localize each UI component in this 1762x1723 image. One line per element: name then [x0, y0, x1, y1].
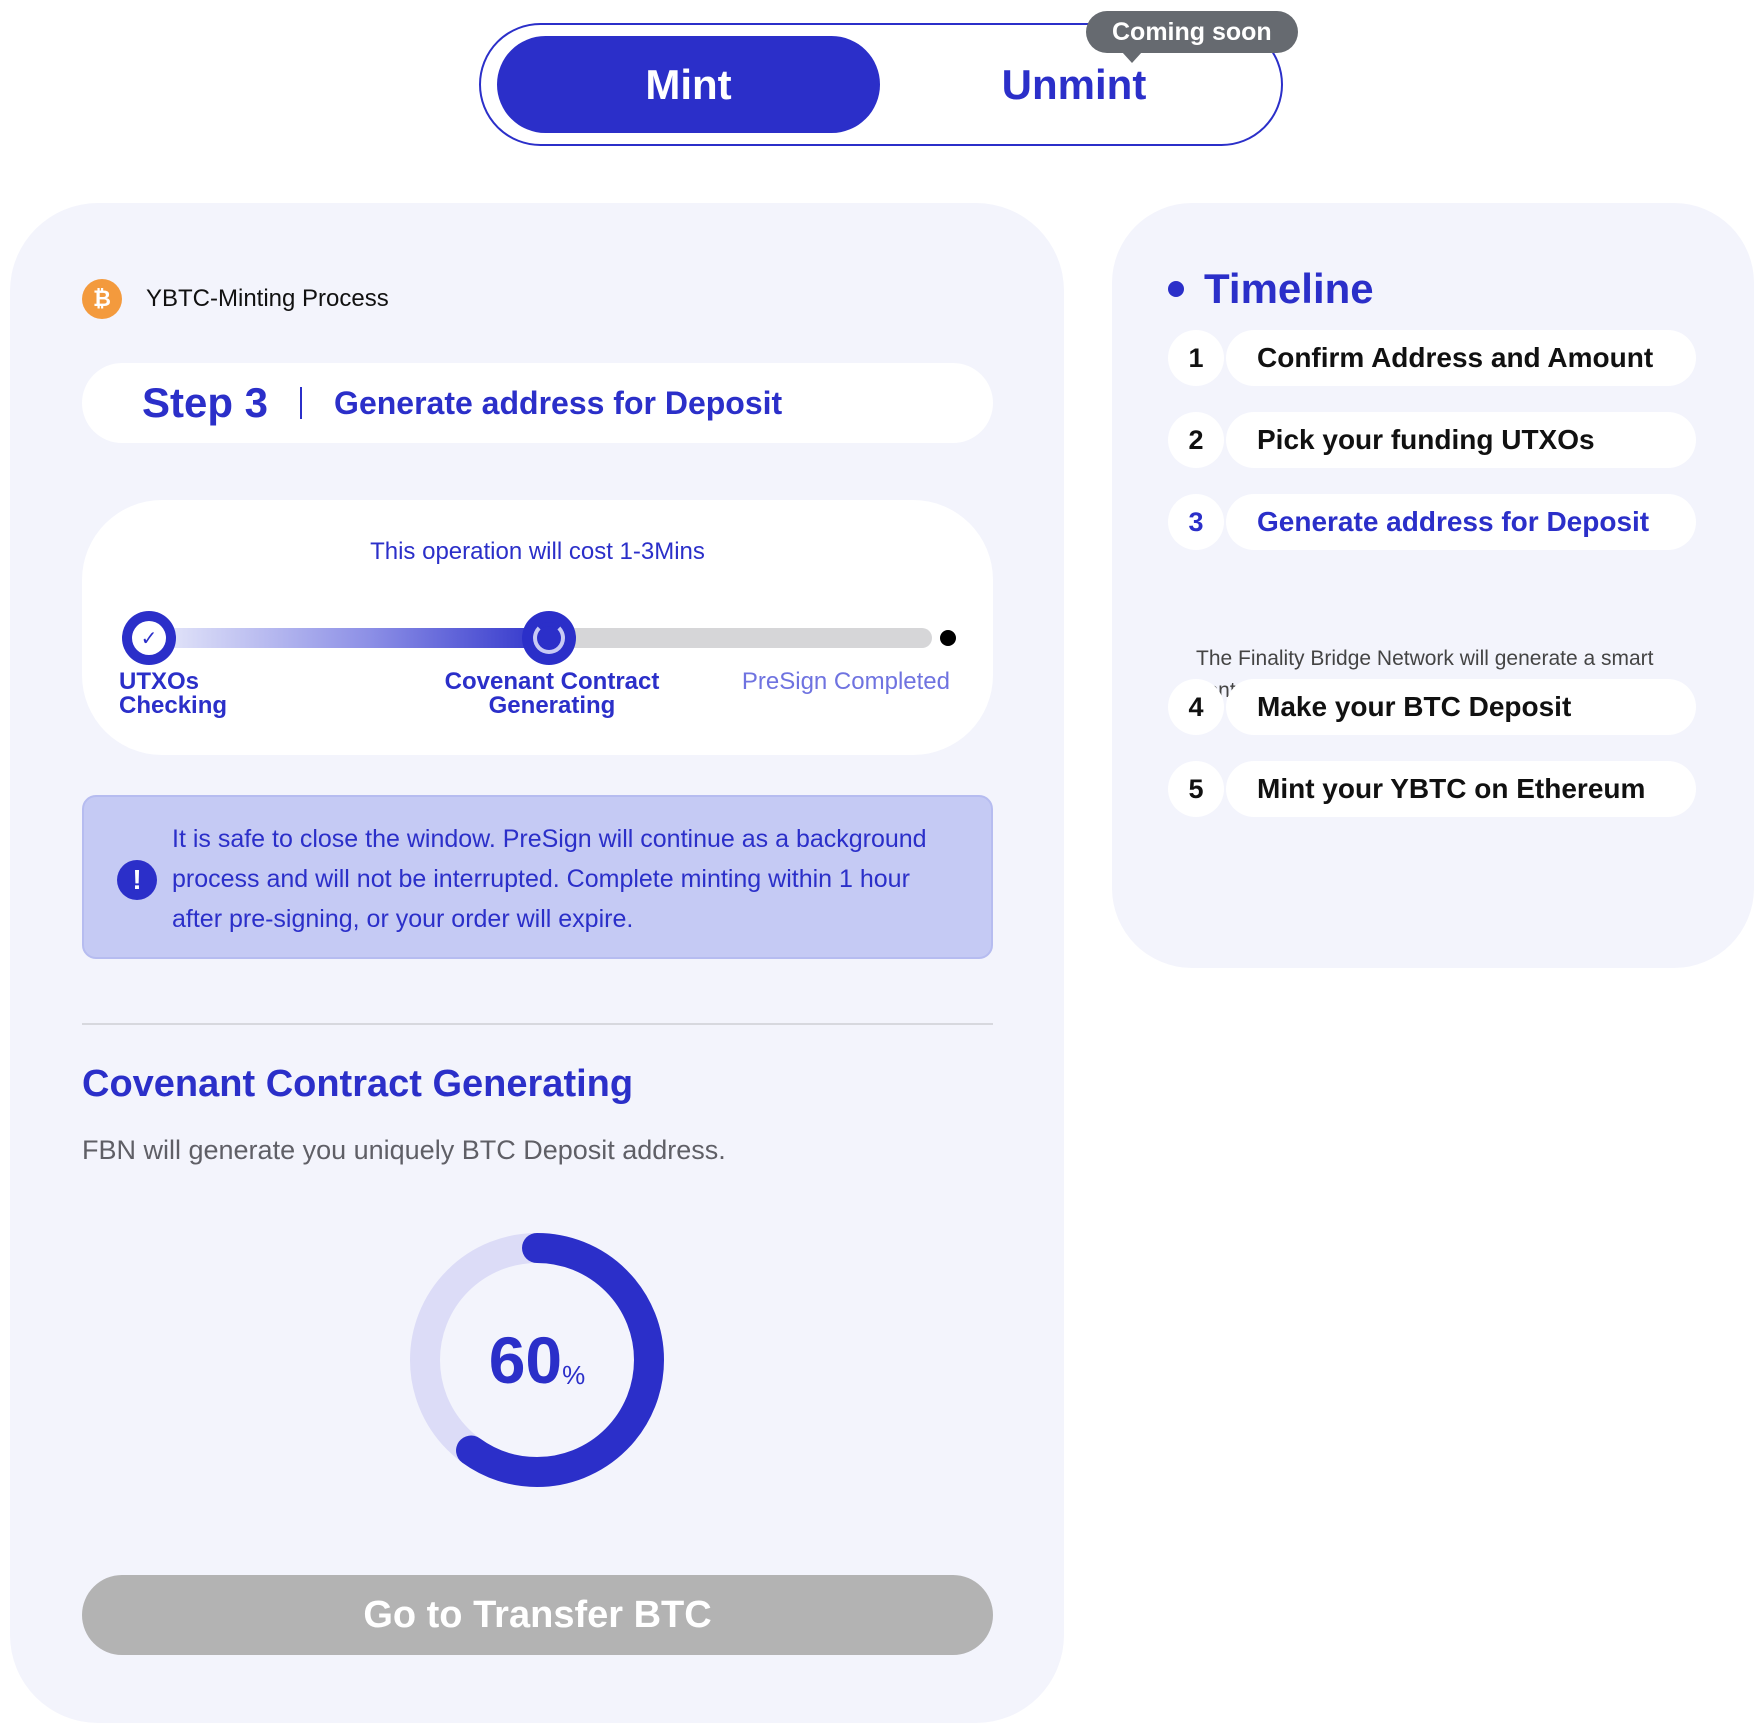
timeline-number: 5 — [1168, 761, 1224, 817]
timeline-item-5: 5 Mint your YBTC on Ethereum — [1168, 761, 1696, 817]
stage-label-utxos-checking: UTXOs Checking — [119, 668, 228, 719]
stage-node-done: ✓ — [122, 611, 176, 665]
timeline-number: 3 — [1168, 494, 1224, 550]
timeline-header: Timeline — [1168, 265, 1374, 313]
safe-close-notice: ! It is safe to close the window. PreSig… — [82, 795, 993, 959]
timeline-number: 2 — [1168, 412, 1224, 468]
timeline-label: Make your BTC Deposit — [1226, 679, 1696, 735]
timeline-item-3: 3 Generate address for Deposit — [1168, 494, 1696, 550]
stage-node-active — [522, 611, 576, 665]
timeline-label: Confirm Address and Amount — [1226, 330, 1696, 386]
timeline-panel: Timeline 1 Confirm Address and Amount 2 … — [1112, 203, 1754, 968]
timeline-label: Pick your funding UTXOs — [1226, 412, 1696, 468]
go-to-transfer-btc-button[interactable]: Go to Transfer BTC — [82, 1575, 993, 1655]
minting-process-panel: ₿ YBTC-Minting Process Step 3 Generate a… — [10, 203, 1064, 1723]
process-header: ₿ YBTC-Minting Process — [82, 279, 389, 319]
progress-track-fill — [142, 628, 557, 648]
coming-soon-badge: Coming soon — [1086, 11, 1298, 63]
check-icon: ✓ — [132, 621, 166, 655]
bitcoin-icon: ₿ — [82, 279, 122, 319]
timeline-number: 1 — [1168, 330, 1224, 386]
timeline-number: 4 — [1168, 679, 1224, 735]
timeline-title: Timeline — [1204, 265, 1374, 312]
timeline-item-1: 1 Confirm Address and Amount — [1168, 330, 1696, 386]
timeline-label: Mint your YBTC on Ethereum — [1226, 761, 1696, 817]
stage-label-covenant-generating: Covenant Contract Generating — [444, 668, 660, 719]
stage-progress-card: This operation will cost 1-3Mins ✓ UTXOs… — [82, 500, 993, 755]
stage-node-pending — [940, 630, 956, 646]
process-title: YBTC-Minting Process — [146, 285, 389, 312]
timeline-label: Generate address for Deposit — [1226, 494, 1696, 550]
step-title: Generate address for Deposit — [334, 384, 783, 421]
step-card: Step 3 Generate address for Deposit — [82, 363, 993, 443]
notice-text: It is safe to close the window. PreSign … — [172, 825, 927, 933]
step-divider — [300, 387, 303, 419]
section-description: FBN will generate you uniquely BTC Depos… — [82, 1135, 726, 1165]
progress-percentage: 60 % — [390, 1213, 684, 1507]
spinner-icon — [533, 622, 565, 654]
timeline-item-2: 2 Pick your funding UTXOs — [1168, 412, 1696, 468]
timeline-item-4: 4 Make your BTC Deposit — [1168, 679, 1696, 735]
stage-label-presign-completed: PreSign Completed — [741, 668, 950, 695]
section-title: Covenant Contract Generating — [82, 1063, 634, 1105]
bullet-icon — [1168, 281, 1184, 297]
section-divider — [82, 1023, 993, 1025]
step-number: Step 3 — [142, 379, 269, 426]
progress-value: 60 — [488, 1323, 563, 1397]
mint-tab[interactable]: Mint — [497, 36, 880, 133]
exclamation-icon: ! — [117, 860, 157, 900]
cost-estimate: This operation will cost 1-3Mins — [370, 538, 705, 565]
progress-unit: % — [562, 1359, 586, 1390]
